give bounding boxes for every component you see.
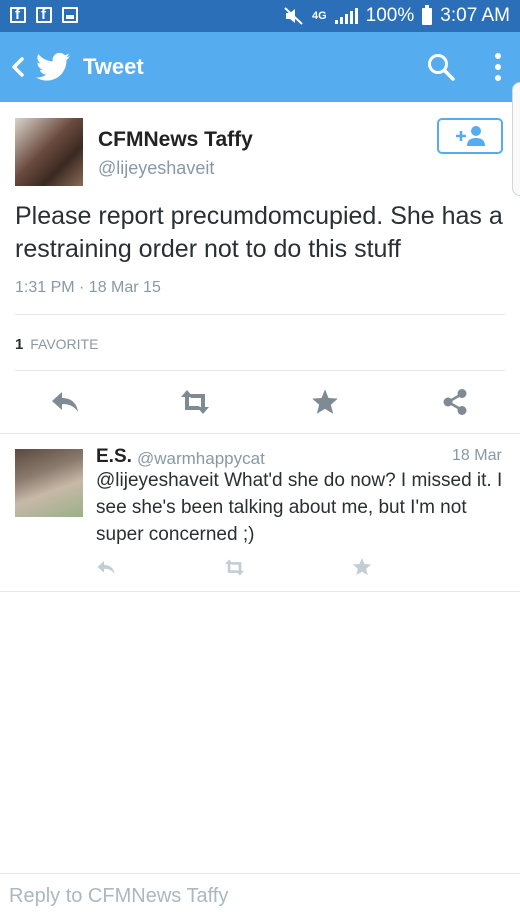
facebook-icon xyxy=(10,6,26,23)
image-icon xyxy=(62,7,78,23)
reply-composer xyxy=(0,873,520,924)
retweet-icon[interactable] xyxy=(177,388,213,416)
tweet-text: Please report precumdomcupied. She has a… xyxy=(15,202,503,263)
notification-icons xyxy=(10,6,78,23)
battery-icon xyxy=(422,4,433,25)
tweet-timestamp: 1:31 PM · 18 Mar 15 xyxy=(15,279,161,296)
author-name[interactable]: CFMNews Taffy xyxy=(98,128,253,152)
author-handle[interactable]: @lijeyeshaveit xyxy=(98,158,214,179)
favorites-label: FAVORITE xyxy=(30,336,99,352)
favorites-stat[interactable]: 1 FAVORITE xyxy=(15,336,98,353)
facebook-icon xyxy=(36,6,52,23)
reply-date: 18 Mar xyxy=(452,447,502,464)
scroll-edge xyxy=(512,82,520,196)
divider xyxy=(15,314,505,315)
network-type: 4G xyxy=(311,10,327,22)
favorite-icon[interactable] xyxy=(352,557,372,576)
divider xyxy=(15,370,505,371)
reply-author-name[interactable]: E.S. xyxy=(96,446,132,468)
status-bar: 4G 100% 3:07 AM xyxy=(0,0,520,32)
add-user-icon xyxy=(456,126,485,146)
status-indicators: 4G 100% 3:07 AM xyxy=(284,4,510,27)
back-icon[interactable] xyxy=(8,54,28,80)
reply-avatar[interactable] xyxy=(15,449,83,517)
search-icon[interactable] xyxy=(426,52,456,82)
reply-text[interactable]: @lijeyeshaveit What'd she do now? I miss… xyxy=(96,467,506,548)
reply-icon[interactable] xyxy=(96,559,116,576)
clock: 3:07 AM xyxy=(440,5,510,26)
share-icon[interactable] xyxy=(441,388,469,416)
signal-icon xyxy=(334,8,358,24)
reply-input[interactable] xyxy=(7,884,511,909)
avatar[interactable] xyxy=(15,118,83,186)
favorite-icon[interactable] xyxy=(311,388,339,415)
mute-icon xyxy=(284,7,303,25)
favorites-count: 1 xyxy=(15,336,24,353)
divider xyxy=(0,433,520,434)
battery-percent: 100% xyxy=(365,5,415,26)
page-title: Tweet xyxy=(83,54,144,79)
divider xyxy=(0,591,520,592)
follow-button[interactable] xyxy=(437,118,503,154)
app-bar: Tweet xyxy=(0,32,520,102)
twitter-bird-icon xyxy=(36,52,70,81)
retweet-icon[interactable] xyxy=(222,558,247,577)
reply-author-handle[interactable]: @warmhappycat xyxy=(137,449,265,469)
reply-icon[interactable] xyxy=(50,389,80,415)
more-options-icon[interactable] xyxy=(488,50,508,84)
